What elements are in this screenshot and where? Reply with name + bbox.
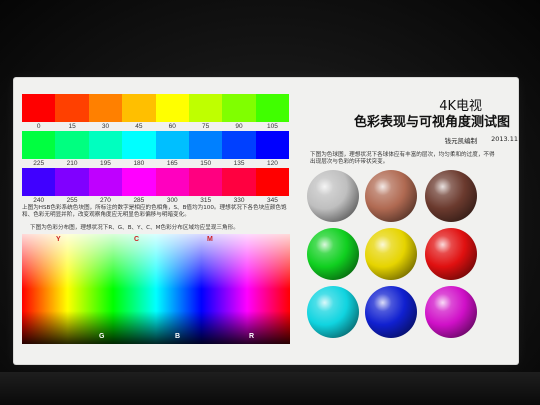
hue-angle-label: 180 bbox=[133, 160, 145, 167]
hue-angle-label: 60 bbox=[168, 123, 176, 130]
hue-angle-label: 45 bbox=[135, 123, 143, 130]
skin-sphere bbox=[365, 170, 417, 222]
hue-swatch bbox=[155, 168, 189, 196]
hue-swatch bbox=[188, 131, 223, 159]
hue-swatch bbox=[188, 94, 223, 122]
hue-swatch bbox=[188, 168, 223, 196]
hue-angle-label: 330 bbox=[233, 197, 245, 204]
magenta-sphere bbox=[425, 286, 477, 338]
hue-angle-label: 105 bbox=[267, 123, 278, 130]
hue-angle-label: 75 bbox=[202, 123, 210, 130]
hue-row-2-labels: 225 210 195 180 165 150 135 120 bbox=[22, 160, 289, 168]
hue-swatch bbox=[55, 168, 89, 196]
sphere-description: 下图为色球图，理想状况下各球体应有丰富的层次，均匀柔和的过度，不得出现层次与色彩… bbox=[310, 152, 495, 166]
spectrum-description: 下图为色彩分布图，理想状况下R、G、B、Y、C、M色彩分布区域均应呈现三角形。 bbox=[30, 225, 239, 231]
yellow-sphere bbox=[365, 228, 417, 280]
hue-swatch bbox=[255, 168, 290, 196]
hue-swatch bbox=[88, 94, 123, 122]
brown-sphere bbox=[425, 170, 477, 222]
hue-row-1-labels: 0 15 30 45 60 75 90 105 bbox=[22, 123, 289, 131]
hue-swatch bbox=[55, 131, 89, 159]
chart-title-line2: 色彩表现与可视角度测试图 bbox=[353, 115, 510, 130]
hue-swatch bbox=[255, 94, 290, 122]
tv-stand bbox=[0, 372, 540, 405]
hue-swatch bbox=[88, 131, 123, 159]
author-name: 钱元凯编制 bbox=[444, 137, 478, 145]
hue-swatch bbox=[222, 131, 256, 159]
green-sphere bbox=[307, 228, 359, 280]
hue-row-3-labels: 240 255 270 285 300 315 330 345 bbox=[22, 197, 289, 205]
hue-swatch bbox=[155, 94, 189, 122]
blue-sphere bbox=[365, 286, 417, 338]
hue-angle-label: 90 bbox=[235, 123, 243, 130]
hue-row-2 bbox=[22, 131, 290, 159]
hue-swatch bbox=[22, 168, 56, 196]
hue-angle-label: 225 bbox=[33, 160, 45, 167]
hue-swatch bbox=[88, 168, 123, 196]
hue-swatch bbox=[55, 94, 89, 122]
hue-angle-label: 120 bbox=[267, 160, 278, 167]
hue-angle-label: 150 bbox=[200, 160, 212, 167]
spectrum-label-m: M bbox=[207, 236, 213, 243]
hue-swatch bbox=[155, 131, 189, 159]
hue-row-3 bbox=[22, 168, 290, 196]
hue-swatch bbox=[222, 168, 256, 196]
hue-swatch bbox=[122, 168, 156, 196]
hue-angle-label: 210 bbox=[66, 160, 78, 167]
spectrum-label-g: G bbox=[99, 333, 105, 340]
hue-angle-label: 135 bbox=[233, 160, 245, 167]
hue-swatch bbox=[22, 131, 56, 159]
hue-angle-label: 285 bbox=[133, 197, 145, 204]
spectrum-label-b: B bbox=[175, 333, 181, 340]
spectrum-label-y: Y bbox=[56, 236, 61, 243]
hue-swatch bbox=[122, 131, 156, 159]
hue-angle-label: 270 bbox=[100, 197, 111, 204]
spectrum-label-r: R bbox=[249, 333, 255, 340]
hue-angle-label: 30 bbox=[101, 123, 110, 130]
cyan-sphere bbox=[307, 286, 359, 338]
color-spectrum bbox=[22, 234, 290, 344]
hue-angle-label: 165 bbox=[166, 160, 178, 167]
spectrum-label-c: C bbox=[134, 236, 140, 243]
hue-swatch bbox=[255, 131, 290, 159]
red-sphere bbox=[425, 228, 477, 280]
hue-angle-label: 15 bbox=[68, 123, 76, 130]
author-row: 钱元凯编制 2013.11 bbox=[445, 135, 518, 145]
hue-swatch bbox=[22, 94, 56, 122]
hue-angle-label: 300 bbox=[166, 197, 178, 204]
hue-angle-label: 195 bbox=[100, 160, 111, 167]
chart-date: 2013.11 bbox=[491, 135, 518, 143]
gray-sphere bbox=[307, 170, 359, 222]
hue-angle-label: 0 bbox=[36, 123, 41, 130]
hue-description: 上图为HSB色彩系统色块图，所标注的数字是相应的色相角，S、B值均为100。理想… bbox=[22, 205, 287, 219]
hue-row-1 bbox=[22, 94, 290, 122]
hue-swatch bbox=[122, 94, 156, 122]
hue-angle-label: 345 bbox=[267, 197, 278, 204]
hue-swatch bbox=[222, 94, 256, 122]
hue-angle-label: 240 bbox=[33, 197, 45, 204]
hue-angle-label: 255 bbox=[66, 197, 78, 204]
hue-angle-label: 315 bbox=[200, 197, 212, 204]
